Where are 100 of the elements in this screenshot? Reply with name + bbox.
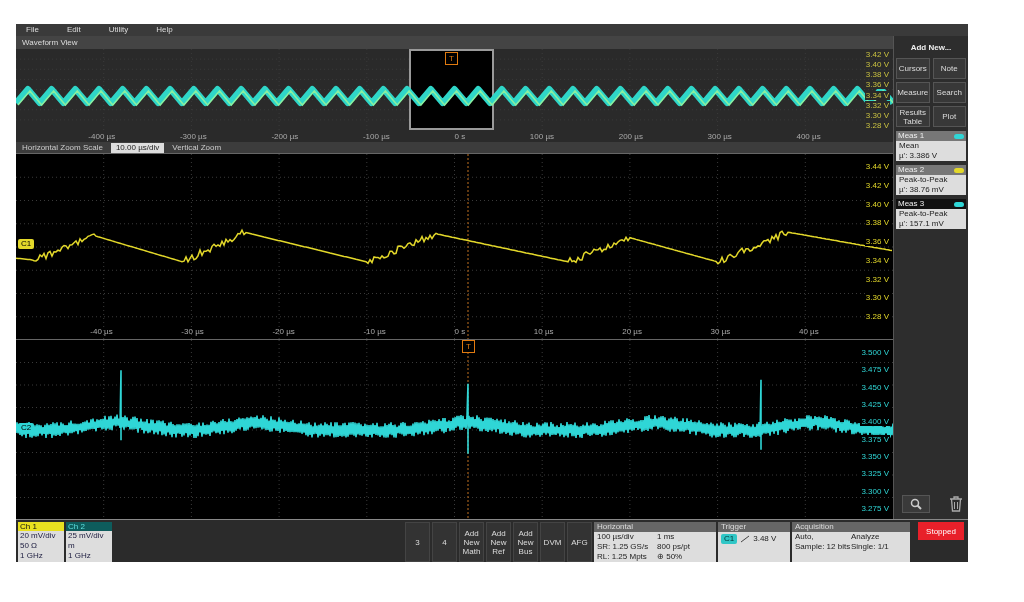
settings-panel[interactable]: Horizontal 100 µs/div 1 ms SR: 1.25 GS/s 800 ps/pt RL: 1.25 Mpts ⊕ 50% (594, 522, 716, 562)
measurement-card[interactable]: Meas 3 Peak-to-Peak µ': 157.1 mV (896, 199, 966, 229)
menu-item[interactable]: Edit (66, 25, 81, 35)
zoom-button[interactable] (902, 495, 930, 513)
axis-label: 3.38 V (864, 70, 890, 80)
axis-label: -200 µs (271, 132, 299, 142)
add-button[interactable]: Plot (932, 106, 966, 127)
axis-label: 300 µs (707, 132, 732, 142)
axis-label: 400 µs (796, 132, 821, 142)
axis-label: 3.32 V (864, 100, 890, 110)
zoom-label: Vertical Zoom (172, 142, 222, 153)
axis-label: 100 µs (529, 132, 554, 142)
axis-label: -400 µs (88, 132, 116, 142)
toolbar-button[interactable]: DVM (540, 522, 565, 562)
axis-label: 3.350 V (860, 451, 890, 461)
panel-header: Horizontal (594, 522, 716, 532)
axis-label: 3.425 V (860, 400, 890, 409)
axis-label: 3.325 V (860, 469, 890, 479)
setting-value: 1 ms (657, 532, 676, 542)
measurement-header[interactable]: Meas 2 (896, 165, 966, 175)
toolbar-button[interactable]: Add New Bus (513, 522, 538, 562)
axis-label: 3.36 V (864, 237, 890, 246)
channel-setting: 1 GHz (19, 551, 44, 561)
toolbar-button[interactable]: Add New Ref (486, 522, 511, 562)
axis-label: 3.44 V (864, 162, 890, 171)
channel-setting: 25 mV/div (67, 531, 105, 541)
setting-value: RL: 1.25 Mpts (597, 552, 648, 562)
channel-badge[interactable]: Ch 2 25 mV/div m 1 GHz (66, 522, 112, 562)
settings-panel[interactable]: Trigger C1 3.48 V (718, 522, 790, 562)
measurement-header[interactable]: Meas 1 (896, 131, 966, 141)
panel-title: Add New... (909, 42, 953, 54)
axis-label: 3.30 V (864, 110, 890, 120)
view-title: Waveform View (16, 36, 893, 49)
channel-setting: m (67, 541, 76, 551)
channel-marker[interactable]: C1 (18, 239, 34, 249)
axis-label: 3.34 V (864, 255, 890, 265)
trigger-level: 3.48 V (753, 534, 777, 544)
menu-item[interactable]: Help (156, 25, 173, 35)
add-button[interactable]: Measure (896, 82, 930, 103)
axis-label: 20 µs (622, 327, 642, 337)
axis-label: -20 µs (272, 327, 295, 337)
measurement-card[interactable]: Meas 2 Peak-to-Peak µ': 38.76 mV (896, 165, 966, 195)
toolbar-button[interactable]: Add New Math (459, 522, 484, 562)
axis-label: 3.450 V (860, 382, 890, 392)
measurement-header[interactable]: Meas 3 (896, 199, 966, 209)
menu-item[interactable]: File (26, 25, 39, 35)
axis-label: 3.40 V (864, 199, 890, 209)
measurement-value: µ': 157.1 mV (898, 219, 945, 229)
measurement-label: Meas 1 (898, 131, 925, 141)
axis-label: 3.40 V (864, 60, 890, 70)
measurement-value: µ': 3.386 V (898, 151, 939, 161)
axis-label: 3.38 V (864, 218, 890, 228)
toolbar-button[interactable]: AFG (567, 522, 592, 562)
toolbar-button[interactable]: 4 (432, 522, 457, 562)
trash-icon[interactable] (949, 496, 963, 512)
panel-header: Trigger (718, 522, 790, 532)
axis-label: -40 µs (90, 327, 113, 337)
measurement-value: µ': 38.76 mV (898, 185, 945, 195)
axis-label: -300 µs (179, 132, 207, 142)
axis-label: -100 µs (362, 132, 390, 142)
axis-label: 3.36 V (864, 80, 890, 90)
channel-marker[interactable]: C2 (18, 423, 34, 433)
axis-label: 40 µs (798, 327, 819, 337)
axis-label: 3.28 V (864, 312, 890, 321)
axis-label: 3.32 V (864, 274, 890, 284)
add-button[interactable]: Search (932, 82, 966, 103)
add-button[interactable]: Cursors (896, 58, 930, 79)
measurement-name: Peak-to-Peak (898, 175, 949, 185)
axis-label: 30 µs (710, 327, 731, 337)
source-tag: C1 (721, 534, 738, 544)
panel-header: Acquisition (792, 522, 910, 532)
setting-value: ⊕ 50% (657, 552, 684, 562)
menu-item[interactable]: Utility (108, 25, 129, 35)
search-icon (910, 498, 922, 510)
axis-label: 3.400 V (860, 417, 890, 427)
channel-badge[interactable]: Ch 1 20 mV/div 50 Ω 1 GHz (18, 522, 64, 562)
axis-label: 3.475 V (860, 365, 890, 375)
add-button[interactable]: Results Table (896, 106, 930, 127)
axis-label: 0 s (454, 327, 466, 337)
trigger-marker[interactable]: T (445, 52, 458, 65)
measurement-card[interactable]: Meas 1 Mean µ': 3.386 V (896, 131, 966, 161)
axis-label: 3.375 V (860, 434, 890, 444)
run-stop-button[interactable]: Stopped (918, 522, 964, 540)
setting-value: Auto, (795, 532, 815, 542)
settings-panel[interactable]: Acquisition Auto, Analyze Sample: 12 bitsSingle: 1/1 (792, 522, 910, 562)
axis-label: 3.42 V (864, 180, 890, 190)
measurement-label: Meas 3 (898, 199, 925, 209)
axis-label: 3.500 V (860, 348, 890, 357)
trigger-marker[interactable]: T (462, 340, 475, 353)
axis-label: 10 µs (533, 327, 554, 337)
add-button[interactable]: Note (932, 58, 966, 79)
axis-label: -30 µs (181, 327, 204, 337)
measurement-name: Mean (898, 141, 920, 151)
zoom-scale-field[interactable]: 10.00 µs/div (110, 142, 165, 153)
toolbar-button[interactable]: 3 (405, 522, 430, 562)
axis-label: 0 s (454, 132, 466, 142)
rising-edge-icon (741, 535, 750, 543)
measurement-name: Peak-to-Peak (898, 209, 949, 219)
axis-label: -10 µs (363, 327, 386, 337)
axis-label: 3.34 V (864, 90, 890, 100)
